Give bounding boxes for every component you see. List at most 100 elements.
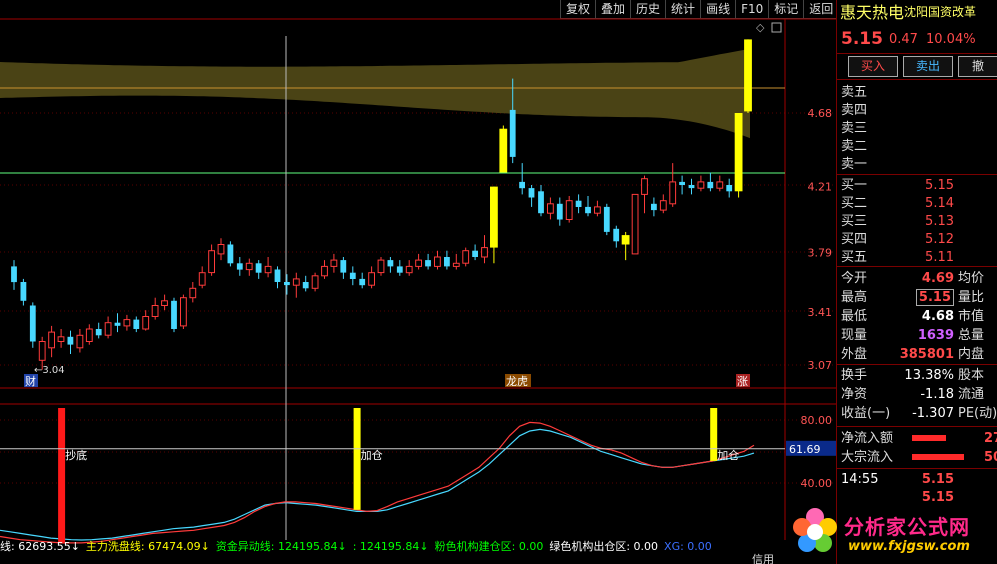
candle[interactable] (85, 324, 93, 345)
candle[interactable] (556, 197, 563, 226)
candle[interactable] (415, 253, 423, 270)
candle[interactable] (189, 282, 197, 303)
candle[interactable] (29, 302, 36, 348)
candle[interactable] (48, 325, 56, 358)
candle[interactable] (603, 203, 610, 236)
candle[interactable] (396, 260, 403, 276)
candle[interactable] (621, 231, 630, 261)
buy-level-row[interactable]: 买三 5.13 (837, 212, 997, 231)
signal-bar[interactable] (710, 408, 718, 461)
sell-level-row[interactable]: 卖五 (837, 83, 997, 102)
sell-level-row[interactable]: 卖三 (837, 119, 997, 138)
diamond-icon[interactable]: ◇ (756, 21, 765, 34)
candle[interactable] (114, 313, 121, 333)
candle[interactable] (95, 322, 102, 339)
candle[interactable] (575, 194, 582, 214)
candle[interactable] (688, 178, 695, 195)
candle[interactable] (659, 194, 667, 214)
sell-level-row[interactable]: 卖二 (837, 137, 997, 156)
candle[interactable] (349, 266, 356, 286)
window-restore-icon[interactable] (771, 22, 782, 33)
candle[interactable] (499, 125, 508, 173)
price-change: 0.47 (889, 32, 918, 47)
candle[interactable] (462, 247, 470, 267)
candle[interactable] (565, 196, 573, 223)
buy-level-row[interactable]: 买五 5.11 (837, 248, 997, 267)
candle[interactable] (171, 297, 177, 333)
candle[interactable] (377, 257, 385, 276)
buy-button[interactable]: 买入 (848, 56, 898, 77)
candle[interactable] (631, 193, 639, 255)
tick-price: 5.15 (921, 472, 954, 487)
candle[interactable] (57, 329, 65, 348)
candle[interactable] (538, 185, 544, 217)
candle[interactable] (444, 250, 450, 270)
candle[interactable] (594, 200, 601, 217)
candle[interactable] (311, 272, 319, 292)
candle[interactable] (180, 294, 187, 329)
candle[interactable] (744, 39, 752, 113)
buy-level-row[interactable]: 买一 5.15 (837, 176, 997, 195)
candle[interactable] (585, 196, 591, 217)
candle[interactable] (198, 266, 206, 289)
candle[interactable] (368, 266, 376, 289)
candle[interactable] (245, 258, 253, 276)
candle[interactable] (302, 275, 309, 292)
sell-level-label: 卖一 (841, 157, 868, 172)
signal-bar[interactable] (353, 408, 361, 510)
candle[interactable] (359, 272, 366, 289)
candle[interactable] (255, 260, 262, 279)
stock-sector[interactable]: 沈阳国资改革 (904, 3, 976, 22)
candle[interactable] (452, 253, 460, 270)
candle[interactable] (697, 175, 705, 192)
candle[interactable] (641, 175, 648, 214)
quote-label: 现量 (841, 328, 868, 343)
candle[interactable] (340, 257, 347, 279)
candle[interactable] (472, 244, 478, 261)
candle[interactable] (547, 197, 554, 220)
candle[interactable] (734, 113, 743, 198)
candle[interactable] (716, 175, 724, 192)
candle[interactable] (161, 294, 168, 311)
candle[interactable] (151, 297, 159, 320)
candle[interactable] (481, 235, 488, 264)
sell-level-row[interactable]: 卖一 (837, 155, 997, 174)
candle[interactable] (284, 274, 290, 295)
candle[interactable] (264, 257, 272, 278)
buy-level-row[interactable]: 买四 5.12 (837, 230, 997, 249)
candle[interactable] (227, 241, 234, 267)
candle[interactable] (20, 278, 27, 306)
cancel-button[interactable]: 撤 (958, 56, 997, 77)
candlestick-chart[interactable]: 4.68 4.21 3.79 3.41 3.07 ◇ ←3.04财 龙虎 涨抄底 加仓 加仓 80.0… (0, 0, 836, 564)
buy-level-row[interactable]: 买二 5.14 (837, 194, 997, 213)
candle[interactable] (519, 163, 525, 195)
candle[interactable] (707, 172, 714, 192)
candle[interactable] (651, 197, 657, 217)
candle[interactable] (321, 260, 328, 279)
signal-bar[interactable] (58, 408, 66, 543)
candle[interactable] (330, 253, 338, 273)
candle[interactable] (434, 250, 441, 270)
candle[interactable] (528, 185, 535, 207)
candle[interactable] (292, 272, 300, 298)
candle[interactable] (104, 316, 112, 339)
candle[interactable] (236, 257, 243, 276)
sell-level-row[interactable]: 卖四 (837, 101, 997, 120)
candle[interactable] (76, 329, 84, 353)
candle[interactable] (133, 316, 140, 333)
candle[interactable] (142, 310, 150, 331)
candle[interactable] (669, 163, 677, 207)
candle[interactable] (726, 178, 733, 198)
candle[interactable] (425, 253, 431, 270)
candle[interactable] (387, 257, 394, 273)
candle[interactable] (11, 260, 17, 290)
candle[interactable] (274, 266, 281, 289)
candle[interactable] (67, 330, 74, 354)
candle[interactable] (405, 260, 413, 276)
candle[interactable] (679, 175, 685, 195)
candle[interactable] (613, 225, 620, 248)
candle[interactable] (208, 244, 215, 276)
sell-button[interactable]: 卖出 (903, 56, 953, 77)
candle[interactable] (217, 238, 225, 261)
candle[interactable] (123, 314, 131, 331)
